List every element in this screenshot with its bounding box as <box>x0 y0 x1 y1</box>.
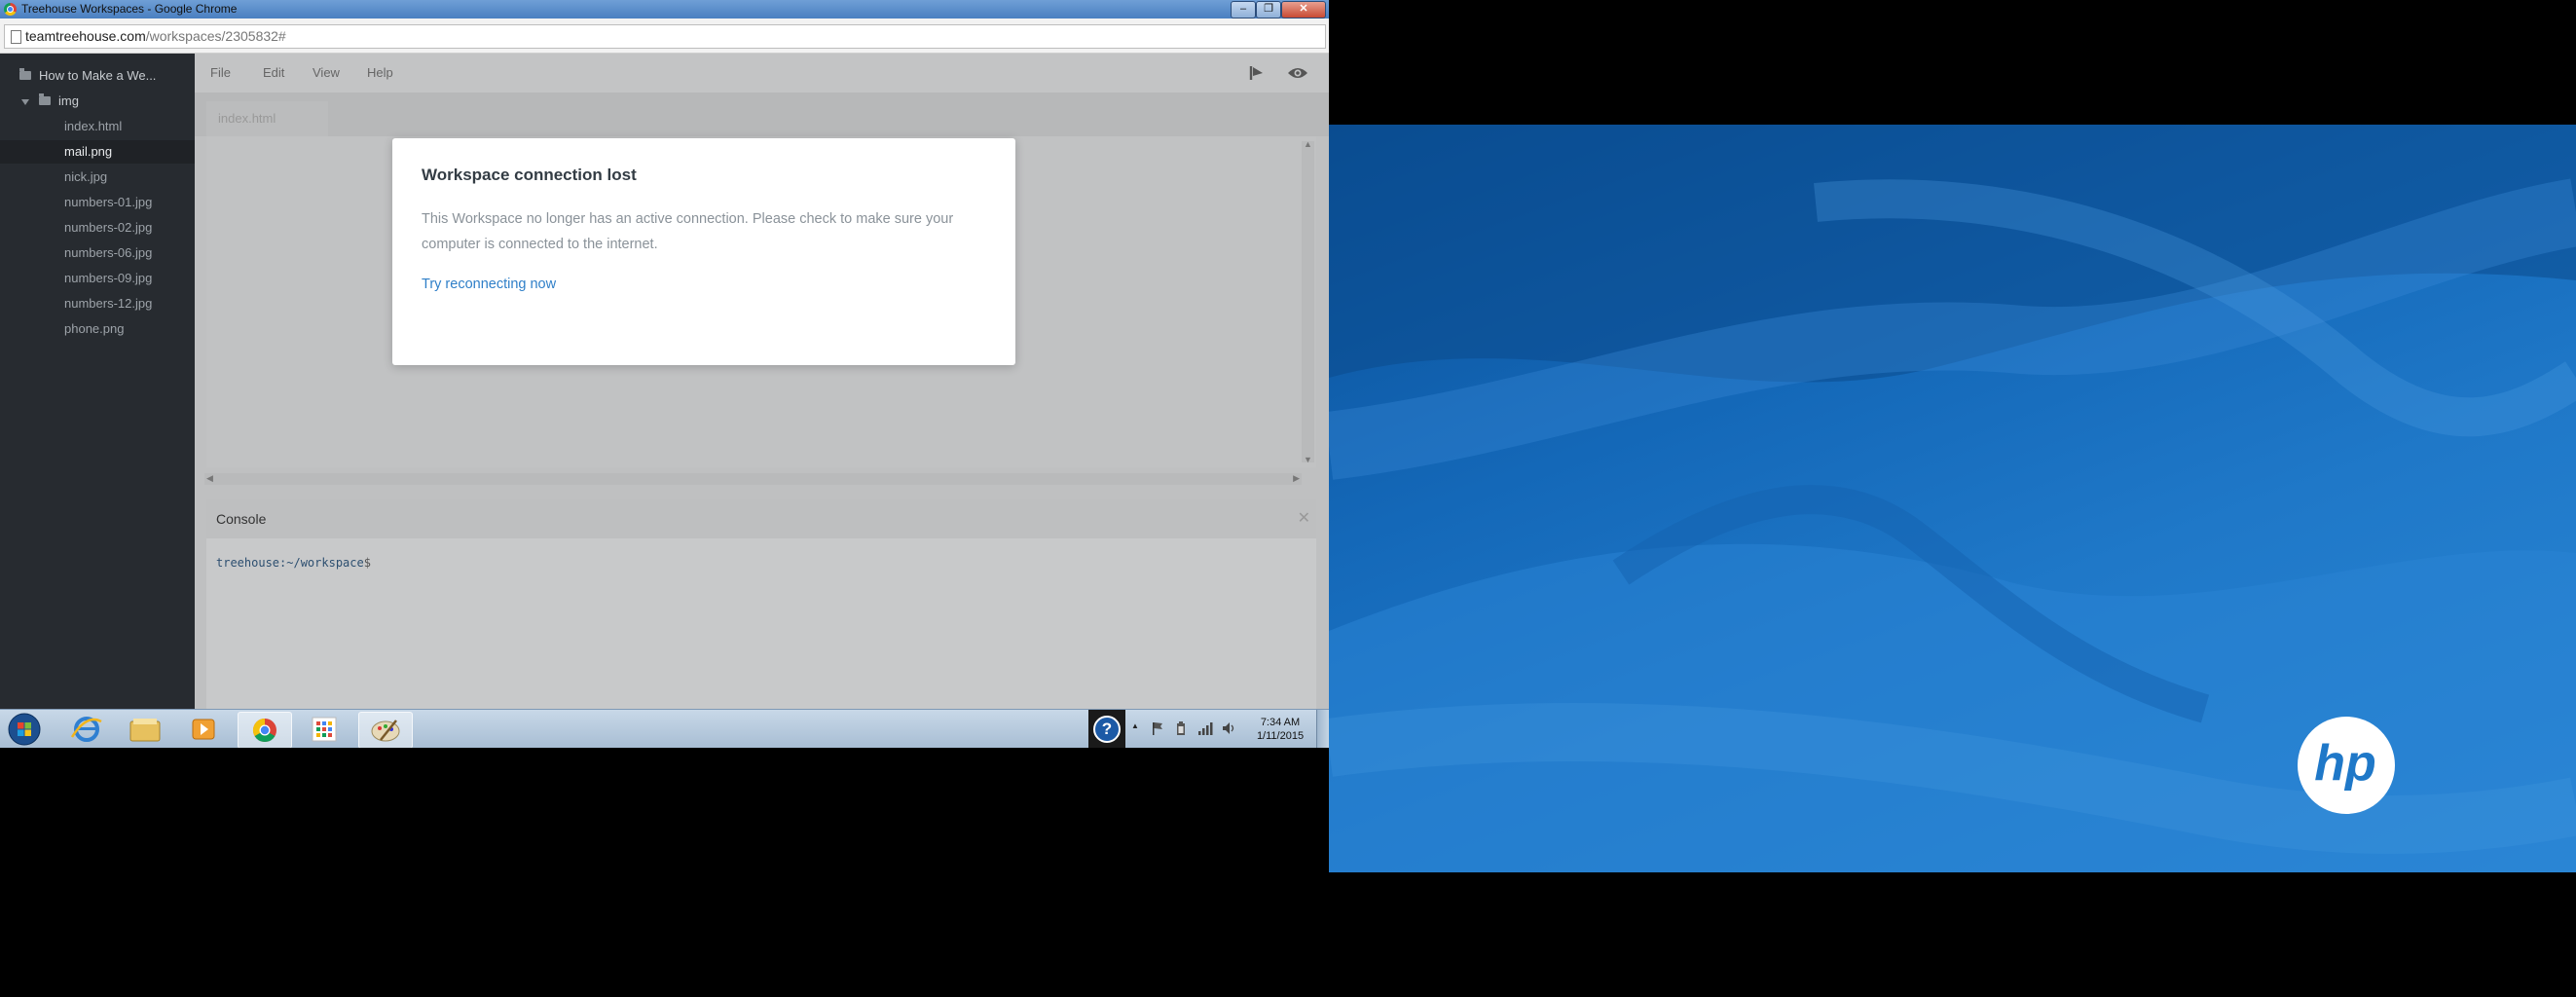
img-folder[interactable]: img <box>21 91 79 112</box>
start-button[interactable] <box>4 712 45 747</box>
console-title[interactable]: Console <box>216 499 266 538</box>
console-prompt[interactable]: treehouse:~/workspace$ <box>216 556 371 570</box>
apps-grid-icon[interactable] <box>298 712 350 747</box>
url-input[interactable]: teamtreehouse.com/workspaces/2305832# <box>4 24 1326 49</box>
preview-eye-icon[interactable] <box>1287 65 1308 81</box>
clock-date: 1/11/2015 <box>1256 730 1305 742</box>
close-window-button[interactable]: ✕ <box>1281 1 1326 18</box>
dialog-title: Workspace connection lost <box>422 166 637 184</box>
action-center-flag-icon[interactable] <box>1151 720 1164 736</box>
file-item[interactable]: numbers-06.jpg <box>64 242 152 264</box>
page-icon <box>11 30 21 44</box>
battery-icon[interactable] <box>1174 720 1188 736</box>
chrome-taskbar-icon[interactable] <box>238 712 292 748</box>
menu-help[interactable]: Help <box>367 54 393 92</box>
hp-logo-text: hp <box>2314 735 2376 792</box>
chrome-icon <box>4 3 17 16</box>
scroll-left-arrow-icon[interactable]: ◀ <box>206 473 213 484</box>
url-path: /workspaces/2305832# <box>145 28 286 44</box>
restore-button[interactable]: ❐ <box>1256 1 1281 18</box>
vertical-scrollbar[interactable]: ▲ ▼ <box>1302 139 1314 464</box>
file-item[interactable]: numbers-01.jpg <box>64 192 152 213</box>
internet-explorer-icon[interactable] <box>60 712 113 747</box>
project-name: How to Make a We... <box>39 68 157 83</box>
network-signal-icon[interactable] <box>1197 720 1213 736</box>
dialog-message: This Workspace no longer has an active c… <box>422 211 954 252</box>
folder-icon <box>19 68 31 80</box>
connection-lost-dialog: Workspace connection lost This Workspace… <box>392 138 1015 365</box>
file-item[interactable]: numbers-09.jpg <box>64 268 152 289</box>
menu-file[interactable]: File <box>210 54 231 92</box>
horizontal-scrollbar[interactable]: ◀ ▶ <box>204 473 1302 485</box>
file-tree-sidebar: How to Make a We... img index.html mail.… <box>0 54 195 709</box>
scroll-right-arrow-icon[interactable]: ▶ <box>1293 473 1300 484</box>
folder-icon <box>39 93 51 105</box>
share-icon[interactable] <box>1249 64 1265 82</box>
console-panel: Console ✕ treehouse:~/workspace$ <box>206 499 1316 709</box>
window-title: Treehouse Workspaces - Google Chrome <box>21 2 238 16</box>
editor-menubar: File Edit View Help <box>195 54 1329 92</box>
minimize-button[interactable]: – <box>1231 1 1256 18</box>
url-domain: teamtreehouse.com <box>25 28 146 44</box>
file-item-selected[interactable]: mail.png <box>64 141 112 163</box>
console-close-icon[interactable]: ✕ <box>1298 499 1310 538</box>
file-explorer-icon[interactable] <box>119 712 171 747</box>
file-item[interactable]: nick.jpg <box>64 166 107 188</box>
address-bar: teamtreehouse.com/workspaces/2305832# <box>0 18 1329 54</box>
url-text: teamtreehouse.com/workspaces/2305832# <box>25 25 286 48</box>
prompt-symbol: $ <box>363 556 371 570</box>
tab-index-html[interactable]: index.html <box>206 101 328 136</box>
file-item[interactable]: numbers-02.jpg <box>64 217 152 239</box>
file-item[interactable]: numbers-12.jpg <box>64 293 152 314</box>
help-icon-glyph: ? <box>1101 720 1113 738</box>
volume-icon[interactable] <box>1221 720 1236 736</box>
windows-taskbar: ? ▲ 7:34 AM 1/11/2015 <box>0 709 1329 748</box>
clock-time: 7:34 AM <box>1260 717 1301 728</box>
right-monitor-desktop: hp <box>1329 125 2576 872</box>
window-titlebar[interactable]: Treehouse Workspaces - Google Chrome – ❐… <box>0 0 1329 18</box>
tray-help[interactable]: ? <box>1088 710 1125 748</box>
editor-tabbar: index.html <box>195 92 1329 136</box>
menu-view[interactable]: View <box>313 54 340 92</box>
show-desktop-button[interactable] <box>1316 710 1329 748</box>
menu-edit[interactable]: Edit <box>263 54 284 92</box>
file-item[interactable]: phone.png <box>64 318 124 340</box>
project-folder[interactable]: How to Make a We... <box>19 65 156 87</box>
file-item[interactable]: index.html <box>64 116 122 137</box>
scroll-up-arrow-icon[interactable]: ▲ <box>1304 139 1312 149</box>
system-clock[interactable]: 7:34 AM 1/11/2015 <box>1246 716 1314 743</box>
prompt-path: treehouse:~/workspace <box>216 556 364 570</box>
paint-icon[interactable] <box>358 712 413 748</box>
tray-expand-icon[interactable]: ▲ <box>1131 721 1139 730</box>
left-monitor: Treehouse Workspaces - Google Chrome – ❐… <box>0 0 1329 748</box>
expand-triangle-icon <box>21 99 29 105</box>
reconnect-link[interactable]: Try reconnecting now <box>422 277 556 292</box>
media-player-icon[interactable] <box>177 712 230 747</box>
scroll-down-arrow-icon[interactable]: ▼ <box>1304 455 1312 464</box>
hp-logo: hp <box>2298 717 2395 814</box>
folder-name: img <box>58 93 79 108</box>
console-header: Console ✕ <box>206 499 1316 538</box>
